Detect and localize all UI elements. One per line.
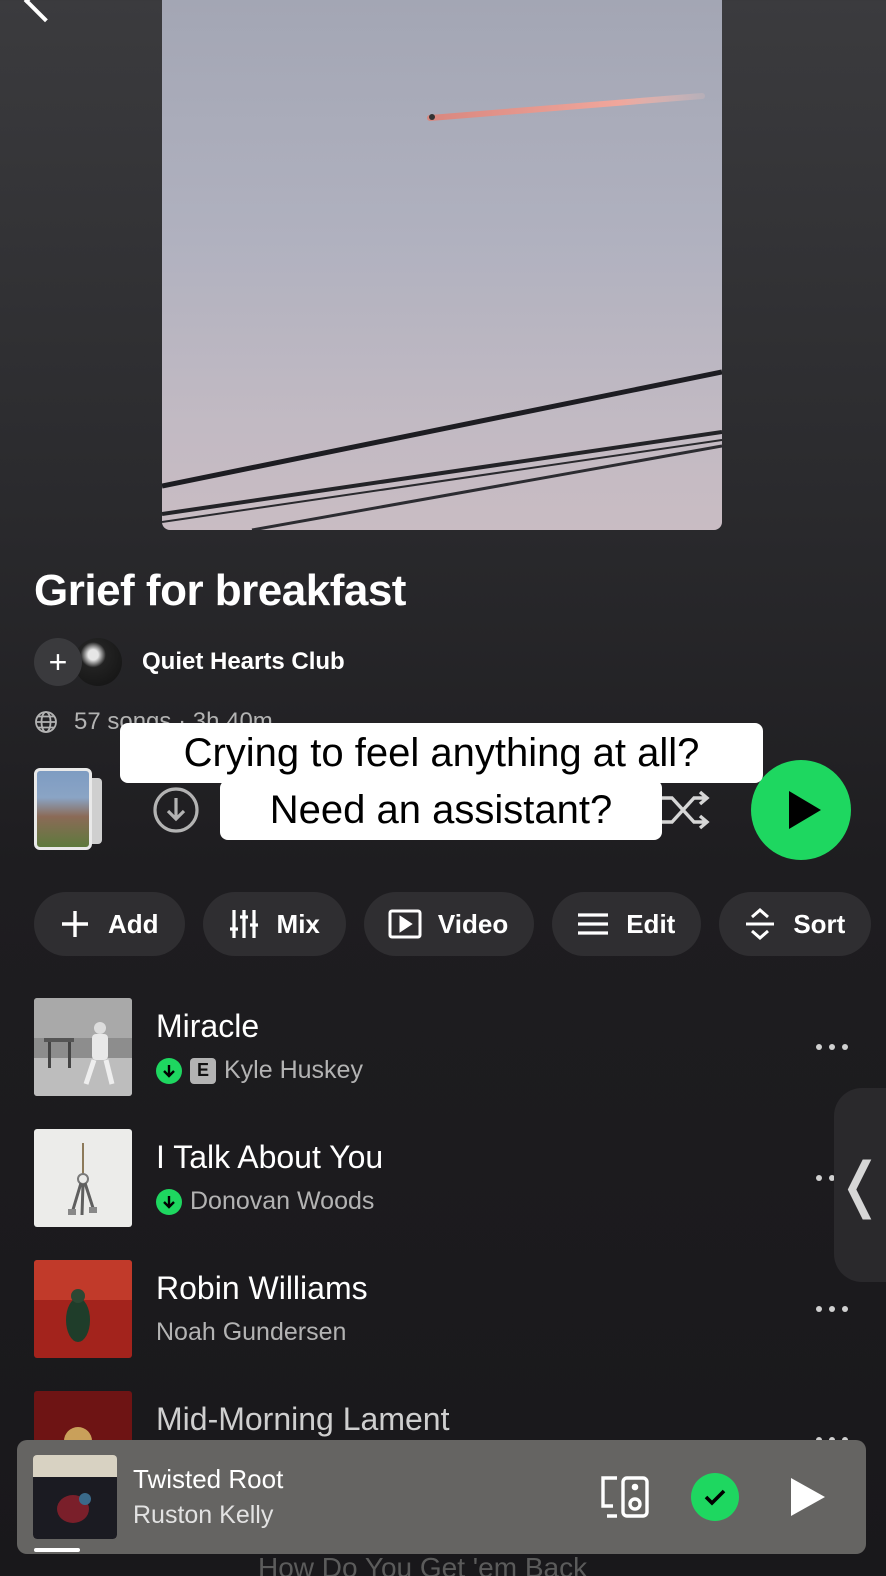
sort-chip-label: Sort	[793, 908, 846, 939]
track-row[interactable]: I Talk About You Donovan Woods	[34, 1129, 886, 1260]
owner-name[interactable]: Quiet Hearts Club	[142, 648, 345, 676]
side-panel-handle[interactable]: ❬	[834, 1088, 886, 1282]
play-button[interactable]	[751, 760, 851, 860]
track-title: I Talk About You	[156, 1139, 384, 1175]
track-subtitle: Donovan Woods	[156, 1187, 374, 1216]
track-title: Miracle	[156, 1008, 260, 1044]
connect-devices-icon[interactable]	[599, 1474, 651, 1520]
playback-progress-bar	[34, 1548, 80, 1552]
downloaded-icon	[156, 1057, 182, 1084]
globe-icon	[35, 711, 57, 733]
playlist-title: Grief for breakfast	[34, 566, 406, 615]
mix-chip[interactable]: Mix	[202, 892, 346, 956]
now-playing-artist: Ruston Kelly	[133, 1501, 274, 1529]
owner-row: + Quiet Hearts Club	[34, 638, 345, 686]
playlist-cover	[162, 0, 722, 530]
track-subtitle: E Kyle Huskey	[156, 1056, 363, 1085]
edit-chip[interactable]: Edit	[552, 892, 702, 956]
sort-chip[interactable]: Sort	[719, 892, 872, 956]
video-chip-label: Video	[437, 908, 509, 939]
more-options-icon[interactable]	[816, 1300, 852, 1318]
track-art	[34, 1260, 132, 1358]
action-chips: Add Mix Video Edit Sort	[34, 892, 872, 956]
list-icon	[578, 913, 609, 935]
track-title: Robin Williams	[156, 1270, 368, 1306]
more-options-icon[interactable]	[816, 1038, 852, 1056]
add-collaborator-button[interactable]: +	[34, 638, 82, 686]
add-chip[interactable]: Add	[34, 892, 185, 956]
download-icon[interactable]	[152, 786, 200, 834]
playlist-mini-cover[interactable]	[34, 768, 92, 850]
next-track-hint: How Do You Get 'em Back	[258, 1552, 588, 1576]
saved-check-icon[interactable]	[691, 1473, 739, 1521]
track-artist[interactable]: Kyle Huskey	[224, 1056, 363, 1085]
chevron-left-icon: ❬	[834, 1151, 886, 1218]
caption-line-1: Crying to feel anything at all?	[120, 723, 763, 783]
add-chip-label: Add	[108, 908, 159, 939]
track-art	[34, 1129, 132, 1227]
caption-line-2: Need an assistant?	[220, 780, 662, 840]
track-art	[34, 998, 132, 1096]
now-playing-art	[33, 1455, 117, 1539]
back-chevron-icon[interactable]	[23, 0, 67, 23]
mini-player[interactable]: Twisted Root Ruston Kelly	[17, 1440, 866, 1554]
track-title: Mid-Morning Lament	[156, 1401, 450, 1437]
video-icon	[388, 909, 422, 939]
downloaded-icon	[156, 1188, 182, 1215]
video-chip[interactable]: Video	[363, 892, 535, 956]
mini-player-play-icon[interactable]	[791, 1478, 825, 1516]
sort-icon	[746, 908, 775, 940]
track-row[interactable]: Robin Williams Noah Gundersen	[34, 1260, 886, 1391]
track-artist[interactable]: Donovan Woods	[190, 1187, 374, 1216]
track-subtitle: Noah Gundersen	[156, 1318, 346, 1347]
track-artist[interactable]: Noah Gundersen	[156, 1318, 346, 1347]
explicit-badge: E	[190, 1057, 216, 1084]
now-playing-title: Twisted Root	[133, 1464, 284, 1494]
shuffle-icon[interactable]	[660, 786, 712, 834]
mix-chip-label: Mix	[276, 908, 320, 939]
track-row[interactable]: Miracle E Kyle Huskey	[34, 998, 886, 1129]
plus-icon	[62, 911, 88, 937]
edit-chip-label: Edit	[626, 908, 676, 939]
play-icon	[789, 791, 821, 829]
sliders-icon	[229, 910, 258, 938]
